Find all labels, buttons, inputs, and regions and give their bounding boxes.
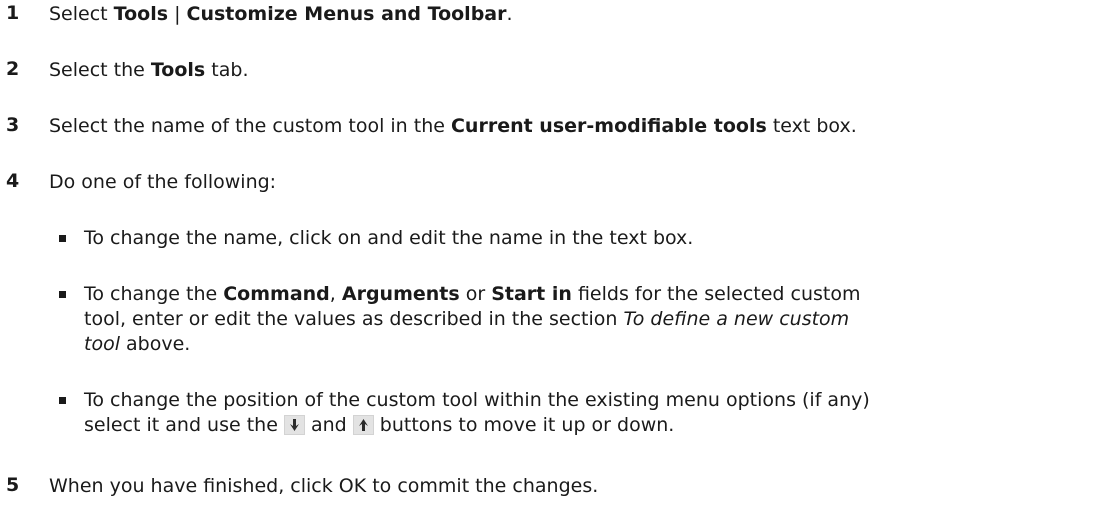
section-reference-cont: tool <box>84 333 120 355</box>
up-arrow-icon <box>352 415 374 435</box>
bullet-marker <box>59 235 66 242</box>
step-number: 3 <box>6 114 20 136</box>
down-arrow-icon <box>283 415 305 435</box>
procedure-steps: 1 Select Tools | Customize Menus and Too… <box>0 0 1105 505</box>
bullet-text: To change the name, click on and edit th… <box>84 227 694 249</box>
section-reference: To define a new custom <box>623 308 850 330</box>
step-number: 1 <box>6 2 20 24</box>
bullet-marker <box>59 291 66 298</box>
menu-item-customize: Customize Menus and Toolbar <box>186 3 507 25</box>
field-name-current-tools: Current user-modifiable tools <box>450 115 767 137</box>
step-number: 2 <box>6 58 20 80</box>
bullet-text: To change the position of the custom too… <box>84 389 870 436</box>
field-name-command: Command <box>223 283 330 305</box>
field-name-start-in: Start in <box>491 283 572 305</box>
step-number: 5 <box>6 474 20 496</box>
field-name-arguments: Arguments <box>341 283 460 305</box>
step-number: 4 <box>6 170 20 192</box>
bullet-text: To change the Command, Arguments or Star… <box>84 283 861 355</box>
menu-name-tools: Tools <box>113 3 169 25</box>
tab-name-tools: Tools <box>150 59 206 81</box>
step-text: When you have finished, click OK to comm… <box>49 475 599 497</box>
step-text: Select the Tools tab. <box>49 59 249 81</box>
bullet-marker <box>59 397 66 404</box>
step-text: Do one of the following: <box>49 171 277 193</box>
step-text: Select Tools | Customize Menus and Toolb… <box>49 3 513 25</box>
step-text: Select the name of the custom tool in th… <box>49 115 857 137</box>
